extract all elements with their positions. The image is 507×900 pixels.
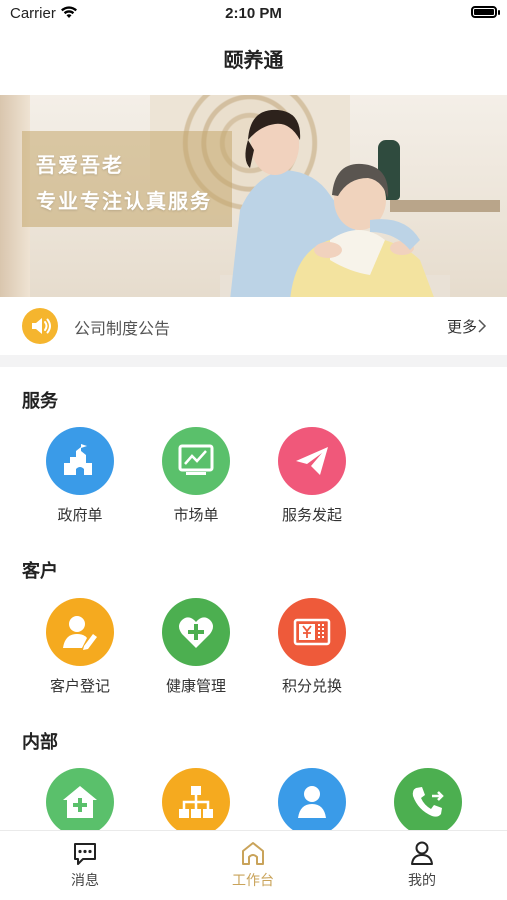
hero-banner[interactable]: 吾爱吾老 专业专注认真服务	[0, 95, 507, 297]
grid-item-service-launch[interactable]: 服务发起	[257, 427, 367, 525]
grid-label: 健康管理	[165, 677, 226, 695]
section-title-internal: 内部	[22, 732, 58, 753]
grid-label: 政府单	[57, 506, 103, 524]
grid-label: 服务发起	[281, 506, 342, 524]
phone-forward-icon	[394, 768, 462, 836]
grid-item-health-management[interactable]: 健康管理	[141, 598, 251, 696]
person-icon	[278, 768, 346, 836]
grid-item-internal-4[interactable]	[373, 768, 483, 836]
tab-messages[interactable]: 消息	[25, 839, 145, 890]
bottom-tab-bar: 消息 工作台 我的	[0, 830, 507, 900]
battery-icon	[471, 6, 500, 18]
grid-item-internal-2[interactable]	[141, 768, 251, 836]
tab-workbench[interactable]: 工作台	[193, 839, 313, 890]
tab-label: 消息	[71, 873, 99, 889]
announcement-bar[interactable]: 公司制度公告 更多	[0, 297, 507, 355]
banner-slogan-line2: 专业专注认真服务	[36, 189, 212, 213]
message-icon	[74, 843, 96, 865]
home-plus-icon	[46, 768, 114, 836]
section-title-service: 服务	[22, 391, 58, 412]
grid-item-government-order[interactable]: 政府单	[25, 427, 135, 525]
user-edit-icon	[46, 598, 114, 666]
section-title-customer: 客户	[22, 561, 58, 582]
speaker-icon	[22, 308, 58, 344]
grid-item-market-order[interactable]: 市场单	[141, 427, 251, 525]
banner-slogan-line1: 吾爱吾老	[36, 153, 124, 177]
paper-plane-icon	[278, 427, 346, 495]
announcement-label: 公司制度公告	[74, 319, 171, 338]
government-icon	[46, 427, 114, 495]
grid-item-internal-1[interactable]	[25, 768, 135, 836]
section-divider	[0, 355, 507, 367]
grid-item-internal-3[interactable]	[257, 768, 367, 836]
tab-label: 工作台	[232, 873, 274, 889]
grid-label: 市场单	[173, 506, 219, 524]
grid-item-points-exchange[interactable]: 积分兑换	[257, 598, 367, 696]
page-title: 颐养通	[223, 48, 284, 72]
workbench-home-icon	[242, 842, 264, 865]
caregiver-illustration	[220, 109, 450, 297]
tab-label: 我的	[408, 873, 436, 889]
grid-label: 积分兑换	[281, 677, 342, 695]
org-chart-icon	[162, 768, 230, 836]
more-link[interactable]: 更多	[447, 316, 477, 337]
market-chart-icon	[162, 427, 230, 495]
status-bar: Carrier 2:10 PM	[0, 0, 507, 30]
profile-icon	[411, 841, 433, 865]
points-ticket-icon	[278, 598, 346, 666]
tab-profile[interactable]: 我的	[362, 839, 482, 890]
grid-item-customer-register[interactable]: 客户登记	[25, 598, 135, 696]
heart-plus-icon	[162, 598, 230, 666]
clock: 2:10 PM	[225, 5, 282, 22]
chevron-right-icon[interactable]	[475, 319, 489, 333]
grid-label: 客户登记	[49, 677, 110, 695]
